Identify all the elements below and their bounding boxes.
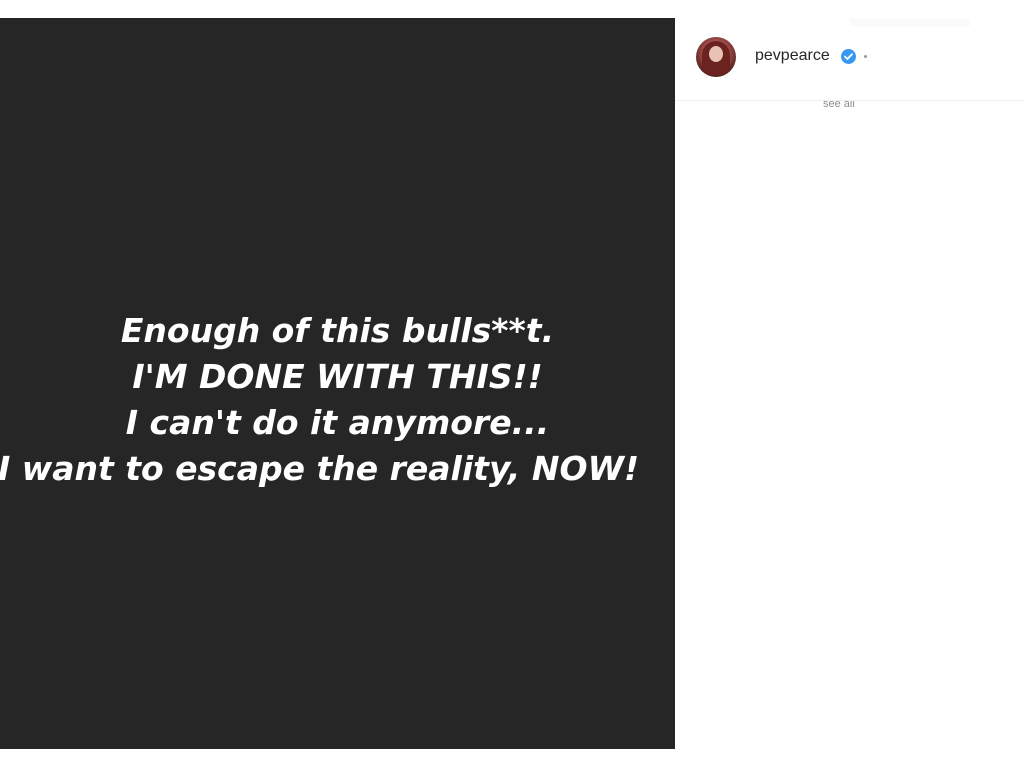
post-side-panel: pevpearce see all	[675, 18, 1024, 749]
story-line-4: I want to escape the reality, NOW!	[0, 449, 640, 488]
author-username[interactable]: pevpearce	[755, 46, 830, 66]
header-separator-dot	[864, 55, 867, 58]
story-line-3: I can't do it anymore...	[125, 403, 550, 442]
comments-truncated-text[interactable]: see all	[823, 101, 855, 107]
post-media[interactable]: Enough of this bulls**t. I'M DONE WITH T…	[0, 18, 675, 749]
story-text-block: Enough of this bulls**t. I'M DONE WITH T…	[0, 308, 675, 492]
instagram-post-view: Enough of this bulls**t. I'M DONE WITH T…	[0, 0, 1024, 768]
author-avatar[interactable]	[696, 37, 736, 77]
story-line-2: I'M DONE WITH THIS!!	[132, 357, 543, 396]
post-header: pevpearce	[675, 18, 1024, 101]
verified-badge-icon	[841, 49, 856, 64]
avatar-face-shape	[709, 46, 723, 62]
story-line-1: Enough of this bulls**t.	[120, 311, 555, 350]
